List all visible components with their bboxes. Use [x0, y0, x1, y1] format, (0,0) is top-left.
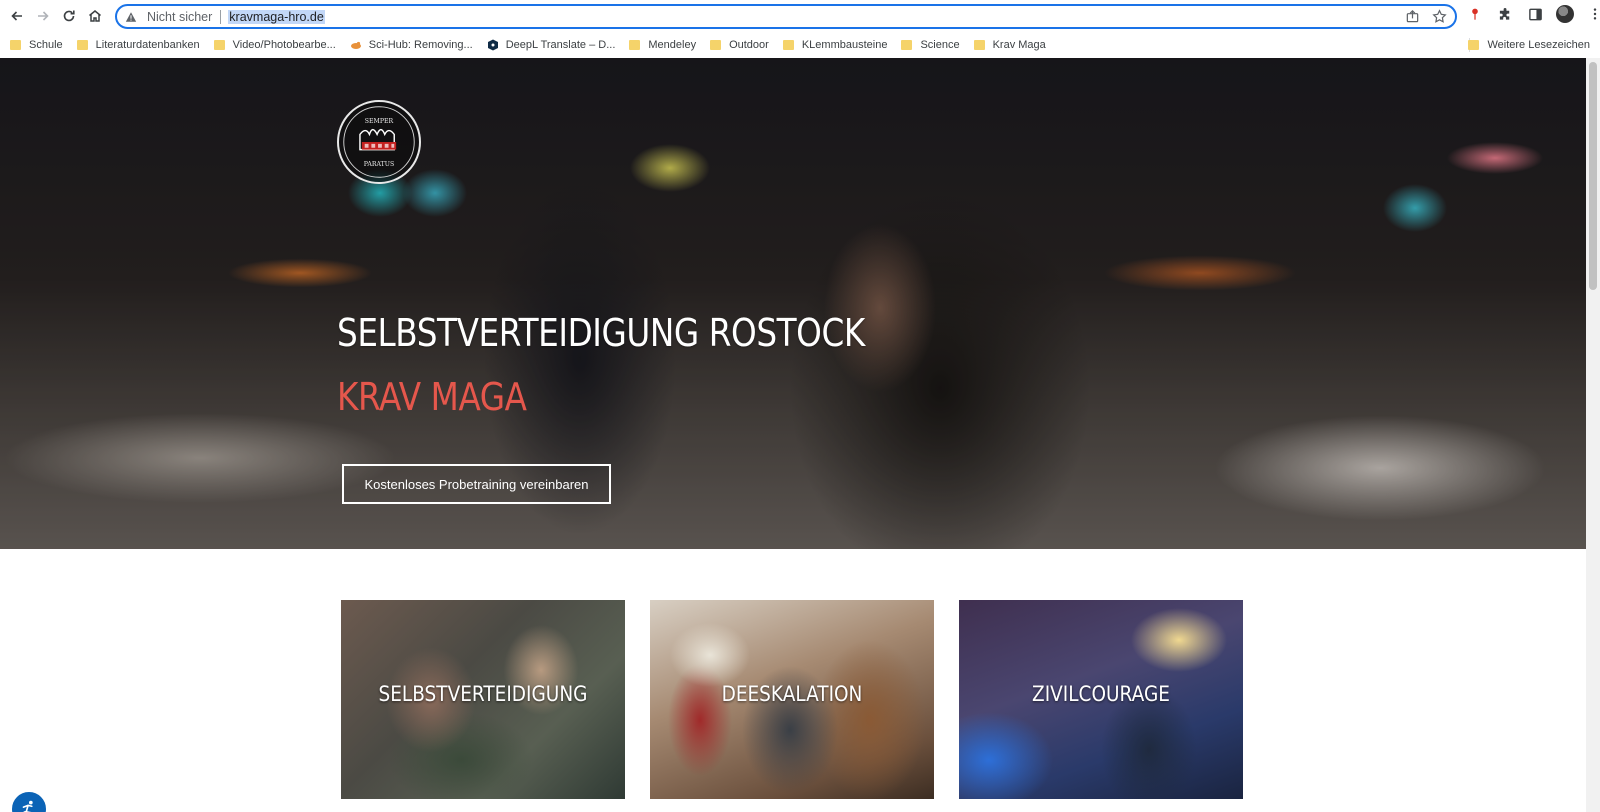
forward-icon[interactable]	[30, 3, 56, 29]
bookmark-science[interactable]: Science	[901, 39, 960, 51]
bookmark-label: Video/Photobearbe...	[232, 39, 336, 51]
browser-toolbar: Nicht sicher kravmaga-hro.de	[0, 0, 1600, 32]
share-icon[interactable]	[1405, 9, 1420, 29]
card-label: SELBSTVERTEIDIGUNG	[378, 682, 588, 706]
scrollbar-thumb[interactable]	[1589, 62, 1597, 290]
bookmark-other-folder[interactable]: Weitere Lesezeichen	[1468, 39, 1590, 51]
card-selbstverteidigung[interactable]: SELBSTVERTEIDIGUNG	[341, 600, 625, 799]
krav-maga-logo[interactable]: SEMPER PARATUS	[337, 100, 421, 184]
bookmarks-bar: Schule Literaturdatenbanken Video/Photob…	[0, 32, 1600, 58]
hero-title: SELBSTVERTEIDIGUNG ROSTOCK	[337, 311, 865, 355]
service-cards: SELBSTVERTEIDIGUNG DEESKALATION ZIVILCOU…	[341, 600, 1246, 800]
folder-icon	[76, 40, 88, 50]
card-label: ZIVILCOURAGE	[1032, 682, 1170, 706]
url-text[interactable]: kravmaga-hro.de	[228, 9, 325, 24]
address-bar[interactable]: Nicht sicher kravmaga-hro.de	[115, 4, 1457, 29]
bookmark-label: Weitere Lesezeichen	[1487, 39, 1590, 51]
folder-icon	[629, 40, 641, 50]
bookmark-schule[interactable]: Schule	[10, 39, 63, 51]
bookmark-label: KLemmbausteine	[801, 39, 888, 51]
bookmark-label: Outdoor	[729, 39, 769, 51]
bookmark-label: Literaturdatenbanken	[95, 39, 200, 51]
hero-section: SEMPER PARATUS SELBSTVERTEIDIGUNG ROSTOC…	[0, 58, 1586, 549]
side-panel-icon[interactable]	[1526, 5, 1544, 23]
scihub-icon	[350, 39, 362, 51]
folder-icon	[782, 40, 794, 50]
accessibility-icon	[22, 800, 33, 812]
web-page: SEMPER PARATUS SELBSTVERTEIDIGUNG ROSTOC…	[0, 58, 1586, 812]
deepl-icon	[487, 39, 499, 51]
security-label[interactable]: Nicht sicher	[147, 10, 212, 24]
logo-text-top: SEMPER	[365, 118, 394, 125]
reload-icon[interactable]	[56, 3, 82, 29]
bookmark-deepl[interactable]: DeepL Translate – D...	[487, 39, 616, 51]
logo-text-bottom: PARATUS	[364, 161, 394, 168]
bookmark-outdoor[interactable]: Outdoor	[710, 39, 769, 51]
bookmark-krav-maga[interactable]: Krav Maga	[973, 39, 1046, 51]
folder-icon	[901, 40, 913, 50]
bookmark-label: Schule	[29, 39, 63, 51]
bookmark-video-photobearbeitung[interactable]: Video/Photobearbe...	[213, 39, 336, 51]
bookmark-star-icon[interactable]	[1432, 9, 1447, 29]
bookmark-klemmbausteine[interactable]: KLemmbausteine	[782, 39, 888, 51]
pin-extension-icon[interactable]	[1466, 5, 1484, 23]
extensions-icon[interactable]	[1496, 5, 1514, 23]
omnibox-separator	[220, 9, 222, 24]
bookmark-label: Mendeley	[648, 39, 697, 51]
bookmark-label: Sci-Hub: Removing...	[368, 39, 473, 51]
folder-icon	[1468, 40, 1480, 50]
card-deeskalation[interactable]: DEESKALATION	[650, 600, 934, 799]
page-scrollbar[interactable]	[1586, 58, 1600, 812]
bookmark-label: DeepL Translate – D...	[505, 39, 616, 51]
bookmark-literaturdatenbanken[interactable]: Literaturdatenbanken	[76, 39, 200, 51]
card-label: DEESKALATION	[721, 682, 863, 706]
bookmark-scihub[interactable]: Sci-Hub: Removing...	[350, 39, 473, 51]
folder-icon	[710, 40, 722, 50]
back-icon[interactable]	[4, 3, 30, 29]
bookmark-label: Science	[920, 39, 960, 51]
folder-icon	[213, 40, 225, 50]
accessibility-button[interactable]	[10, 790, 48, 812]
hero-background-image	[0, 58, 1586, 549]
folder-icon	[10, 40, 21, 50]
folder-icon	[973, 40, 985, 50]
warning-icon[interactable]	[125, 10, 139, 24]
trial-training-button[interactable]: Kostenloses Probetraining vereinbaren	[342, 464, 611, 504]
bookmark-label: Krav Maga	[992, 39, 1046, 51]
card-zivilcourage[interactable]: ZIVILCOURAGE	[959, 600, 1243, 799]
profile-avatar[interactable]	[1556, 5, 1574, 23]
hero-subtitle: KRAV MAGA	[337, 375, 527, 419]
bookmark-mendeley[interactable]: Mendeley	[629, 39, 696, 51]
home-icon[interactable]	[82, 3, 108, 29]
menu-kebab-icon[interactable]	[1586, 5, 1600, 23]
